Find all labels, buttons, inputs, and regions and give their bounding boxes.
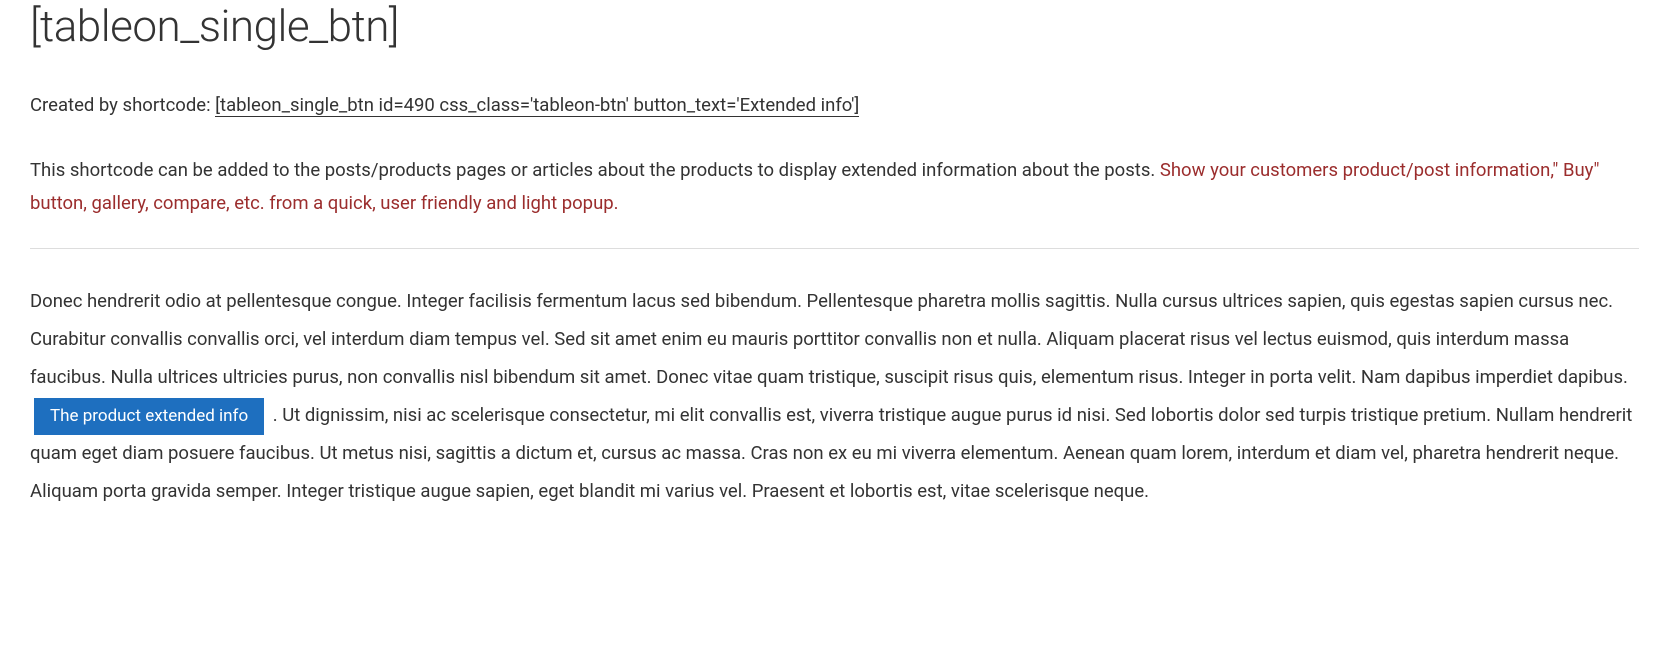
description-lead: This shortcode can be added to the posts… — [30, 159, 1160, 181]
body-after: . Ut dignissim, nisi ac scelerisque cons… — [30, 404, 1632, 502]
intro-prefix: Created by shortcode: — [30, 94, 215, 116]
divider — [30, 248, 1639, 249]
shortcode-link[interactable]: [tableon_single_btn id=490 css_class='ta… — [215, 94, 859, 117]
description-paragraph: This shortcode can be added to the posts… — [30, 154, 1639, 221]
body-paragraph: Donec hendrerit odio at pellentesque con… — [30, 283, 1639, 511]
intro-line: Created by shortcode: [tableon_single_bt… — [30, 92, 1639, 120]
product-extended-info-button[interactable]: The product extended info — [34, 398, 264, 434]
body-before: Donec hendrerit odio at pellentesque con… — [30, 290, 1628, 388]
page-title: [tableon_single_btn] — [30, 0, 1639, 52]
